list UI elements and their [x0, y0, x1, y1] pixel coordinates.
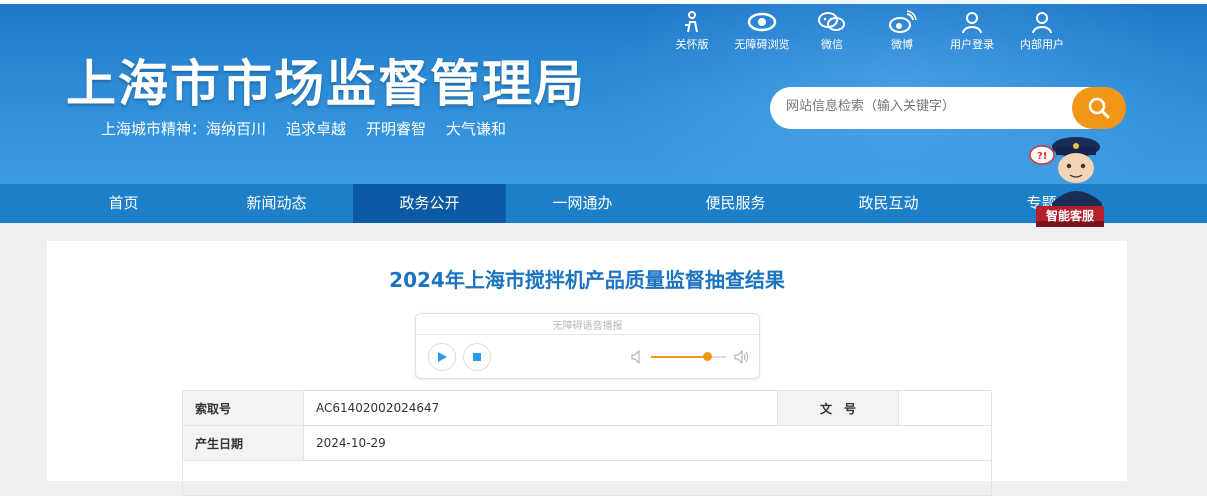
date-label: 产生日期	[182, 425, 304, 461]
volume-knob[interactable]	[703, 352, 713, 361]
wechat-icon	[818, 12, 845, 31]
site-search	[770, 87, 1126, 129]
top-link-label: 微博	[891, 38, 913, 51]
city-slogan: 上海城市精神：海纳百川 追求卓越 开明睿智 大气谦和	[101, 118, 526, 139]
accessibility-link[interactable]: 无障碍浏览	[730, 10, 794, 52]
doc-number-value	[898, 390, 992, 426]
nav-item-home[interactable]: 首页	[47, 184, 200, 223]
table-cell	[182, 460, 992, 496]
svg-text:?!: ?!	[1037, 151, 1047, 162]
search-icon	[1088, 97, 1110, 119]
slogan-part: 追求卓越	[286, 120, 347, 138]
wechat-link[interactable]: 微信	[800, 10, 864, 52]
article-title: 2024年上海市搅拌机产品质量监督抽查结果	[389, 268, 785, 292]
doc-number-label: 文 号	[777, 390, 899, 426]
slogan-part: 上海城市精神：海纳百川	[101, 120, 267, 138]
search-box	[770, 87, 1100, 129]
weibo-link[interactable]: 微博	[870, 10, 934, 52]
slogan-part: 大气谦和	[446, 120, 507, 138]
care-version-link[interactable]: 关怀版	[660, 10, 724, 52]
weibo-icon	[889, 10, 917, 33]
top-link-label: 无障碍浏览	[734, 38, 790, 51]
table-row: 索取号 AC61402002024647 文 号	[182, 390, 992, 426]
top-link-label: 关怀版	[675, 38, 709, 51]
user-login-link[interactable]: 用户登录	[940, 10, 1004, 52]
index-label: 索取号	[182, 390, 304, 426]
play-button[interactable]	[428, 343, 456, 371]
volume-slider[interactable]	[651, 352, 726, 361]
assistant-label: 智能客服	[1045, 209, 1094, 223]
care-icon	[685, 11, 698, 33]
stop-button[interactable]	[463, 343, 491, 371]
internal-user-link[interactable]: 内部用户	[1010, 10, 1074, 52]
play-icon	[438, 352, 447, 362]
site-title[interactable]: 上海市市场监督管理局	[66, 44, 586, 116]
main-nav: 首页 新闻动态 政务公开 一网通办 便民服务 政民互动 专题	[0, 184, 1207, 223]
nav-item-news[interactable]: 新闻动态	[200, 184, 353, 223]
nav-item-services[interactable]: 便民服务	[659, 184, 812, 223]
article-info-table: 索取号 AC61402002024647 文 号 产生日期 2024-10-29	[182, 390, 992, 496]
article-container: 2024年上海市搅拌机产品质量监督抽查结果 无障碍语音播报 索取号 AC6140…	[47, 241, 1127, 496]
site-header: 上海市市场监督管理局 上海城市精神：海纳百川 追求卓越 开明睿智 大气谦和 关怀版 无…	[0, 0, 1207, 184]
table-row: 产生日期 2024-10-29	[182, 425, 992, 461]
table-row	[182, 460, 992, 496]
search-button[interactable]	[1072, 87, 1126, 129]
nav-item-interaction[interactable]: 政民互动	[812, 184, 965, 223]
smart-assistant-widget[interactable]: ?! 智能客服	[1028, 133, 1108, 229]
slogan-part: 开明睿智	[366, 120, 427, 138]
eye-icon	[747, 12, 777, 32]
nav-item-gov-affairs[interactable]: 政务公开	[353, 184, 506, 223]
search-input[interactable]	[784, 98, 1078, 115]
voice-player: 无障碍语音播报	[415, 313, 760, 379]
nav-item-one-stop[interactable]: 一网通办	[506, 184, 659, 223]
top-link-label: 用户登录	[950, 38, 994, 51]
stop-icon	[473, 353, 481, 361]
volume-low-icon[interactable]	[631, 350, 643, 364]
top-link-label: 微信	[821, 38, 843, 51]
user-icon	[962, 12, 982, 34]
volume-fill	[651, 356, 708, 358]
top-links: 关怀版 无障碍浏览 微信 微博 用户登录 内部用户	[660, 10, 1080, 52]
index-value: AC61402002024647	[303, 390, 778, 426]
user-icon	[1032, 12, 1052, 34]
top-link-label: 内部用户	[1020, 38, 1064, 51]
player-divider	[416, 334, 759, 335]
volume-high-icon[interactable]	[734, 350, 750, 364]
date-value: 2024-10-29	[303, 425, 992, 461]
player-label: 无障碍语音播报	[552, 321, 623, 332]
